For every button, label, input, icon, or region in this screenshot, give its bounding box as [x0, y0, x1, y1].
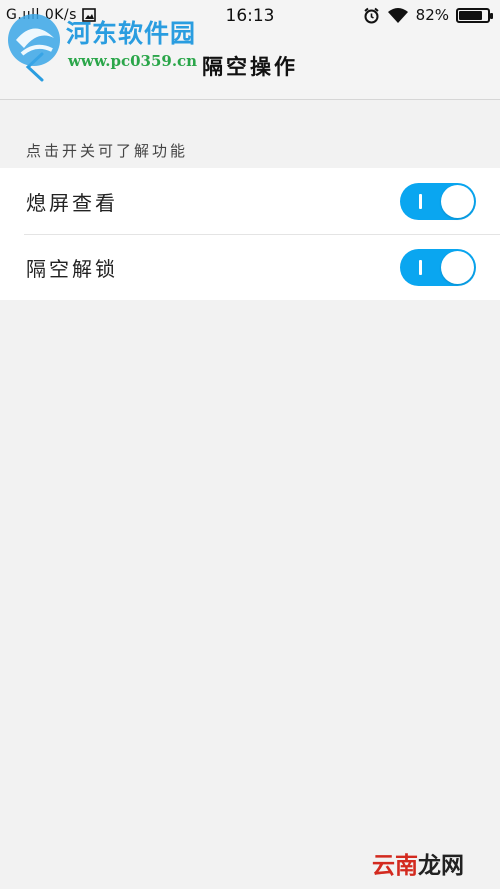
- battery-percent: 82%: [415, 6, 449, 24]
- setting-label: 隔空解锁: [26, 257, 118, 281]
- battery-icon: [456, 7, 493, 23]
- setting-row-air-unlock[interactable]: 隔空解锁: [0, 234, 500, 300]
- alarm-icon: [364, 7, 379, 23]
- watermark-name: 河东软件园: [66, 19, 197, 48]
- toggle-knob: [441, 251, 474, 284]
- screen-off-view-toggle[interactable]: [400, 183, 476, 220]
- toggle-knob: [441, 185, 474, 218]
- air-unlock-toggle[interactable]: [400, 249, 476, 286]
- watermark-logo: 河东软件园 www.pc0359.cn: [4, 8, 214, 82]
- battery-level: [459, 10, 482, 20]
- status-right: 82%: [363, 6, 493, 24]
- logo-icon: [8, 14, 60, 66]
- setting-label: 熄屏查看: [26, 191, 118, 215]
- wifi-icon: [387, 7, 408, 23]
- toggle-on-indicator: [419, 194, 422, 209]
- footer-watermark: 云南龙网: [372, 846, 464, 880]
- footer-watermark-part2: 龙网: [418, 853, 464, 879]
- footer-watermark-part1: 云南: [372, 853, 418, 879]
- settings-list: 熄屏查看 隔空解锁: [0, 168, 500, 300]
- watermark-url: www.pc0359.cn: [68, 52, 198, 70]
- toggle-on-indicator: [419, 260, 422, 275]
- section-label: 点击开关可了解功能: [26, 142, 189, 160]
- setting-row-screen-off-view[interactable]: 熄屏查看: [0, 168, 500, 234]
